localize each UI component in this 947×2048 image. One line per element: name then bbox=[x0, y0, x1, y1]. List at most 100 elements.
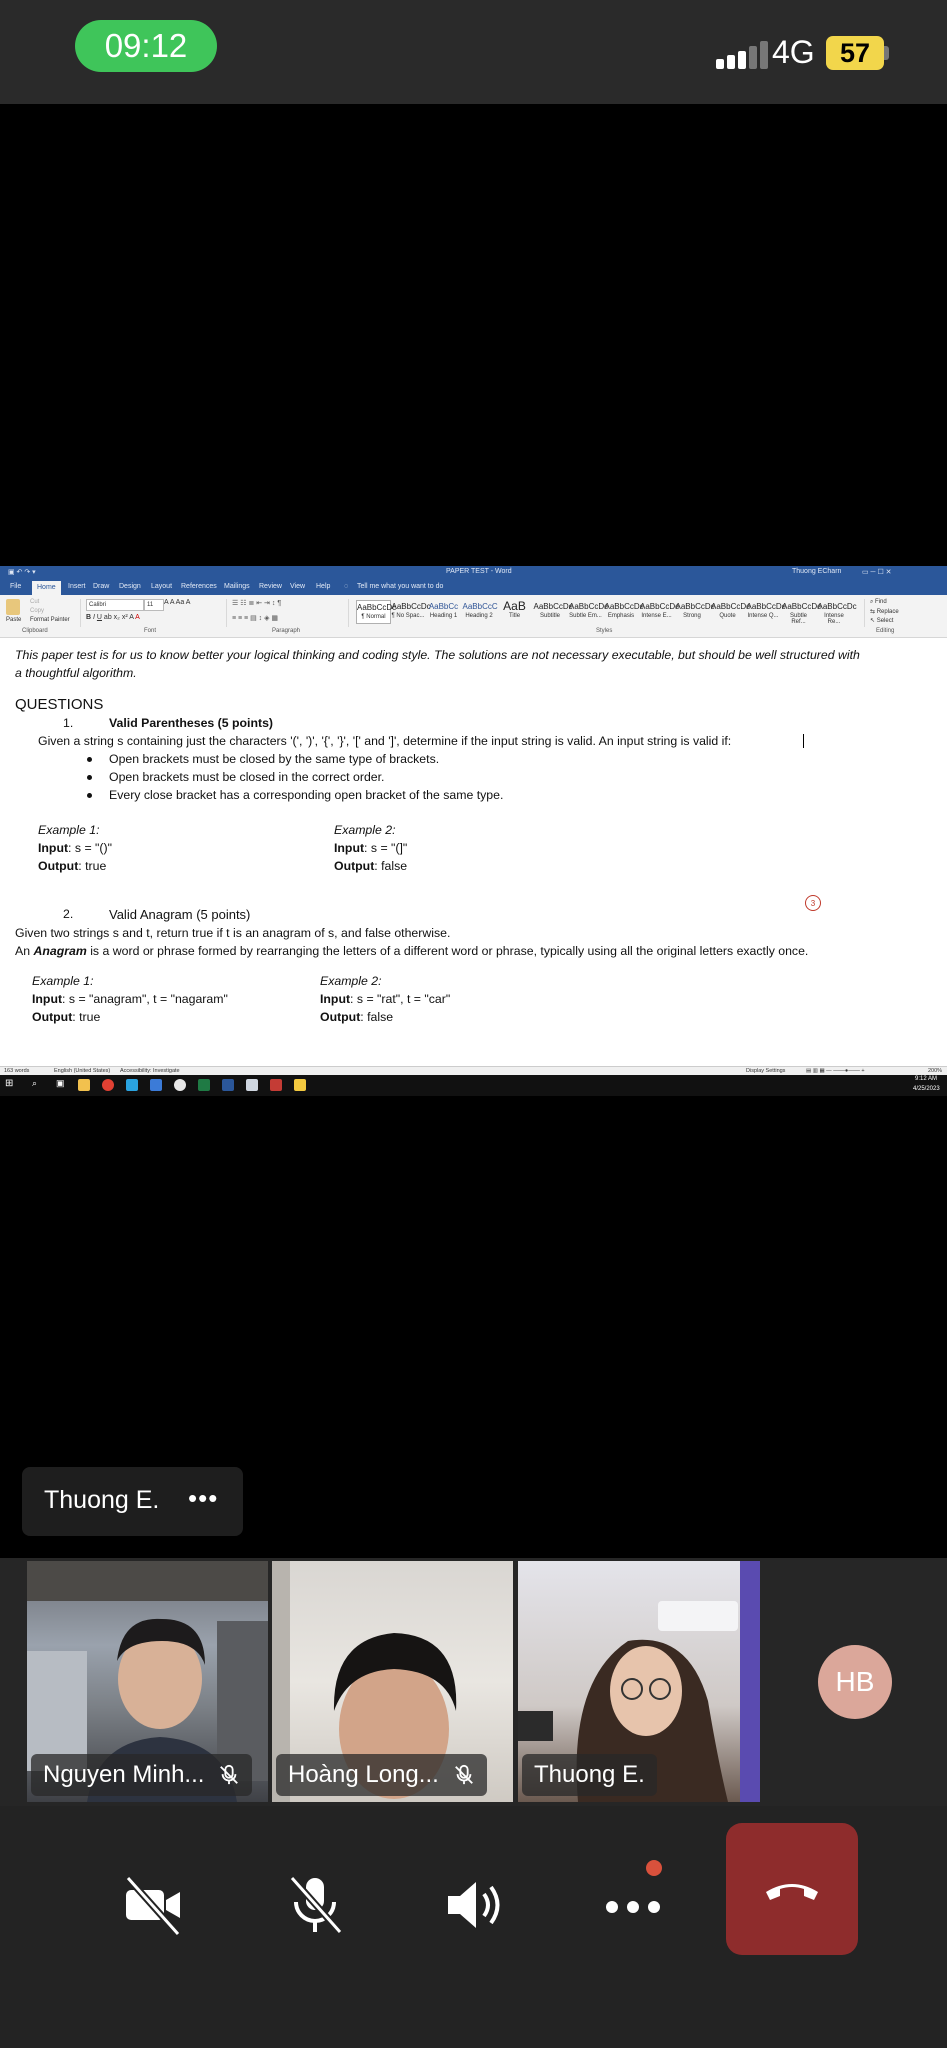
list-icons[interactable]: ☰ ☷ ≣ ⇤ ⇥ ↕ ¶ bbox=[232, 599, 281, 607]
participant-tile[interactable]: Thuong E. bbox=[518, 1561, 760, 1802]
style-preview: AaBbCcDc bbox=[391, 602, 431, 611]
teams-icon[interactable] bbox=[270, 1079, 282, 1091]
cut-button[interactable]: Cut bbox=[30, 599, 39, 605]
paste-icon[interactable] bbox=[6, 599, 20, 615]
network-type: 4G bbox=[772, 34, 815, 70]
document-page[interactable]: This paper test is for us to know better… bbox=[0, 638, 947, 1088]
more-icon[interactable] bbox=[598, 1870, 668, 1940]
style-item[interactable]: AaBbCcDc Subtle Ref... bbox=[782, 600, 821, 625]
participant-tile[interactable]: Nguyen Minh... bbox=[27, 1561, 268, 1802]
style-name: Subtle Em... bbox=[569, 613, 602, 619]
style-item[interactable]: AaBbCcDc Strong bbox=[676, 600, 715, 622]
q2-number: 2. bbox=[63, 907, 74, 921]
browser-icon[interactable] bbox=[174, 1079, 186, 1091]
font-name-select[interactable]: Calibri bbox=[86, 599, 144, 611]
video-off-icon[interactable] bbox=[118, 1870, 188, 1940]
tab-design[interactable]: Design bbox=[119, 583, 141, 590]
tab-file[interactable]: File bbox=[10, 583, 21, 590]
tab-insert[interactable]: Insert bbox=[68, 583, 86, 590]
tab-draw[interactable]: Draw bbox=[93, 583, 109, 590]
q2-example2-output: Output: false bbox=[320, 1010, 394, 1024]
tab-help[interactable]: Help bbox=[316, 583, 330, 590]
q1-number: 1. bbox=[63, 716, 74, 730]
file-explorer-icon[interactable] bbox=[78, 1079, 90, 1091]
style-item[interactable]: AaBbCcDc Intense Re... bbox=[818, 600, 857, 625]
style-preview: AaBbCcDc bbox=[746, 602, 786, 611]
font-format-icons[interactable]: B I U ab x₂ x² A A bbox=[86, 614, 140, 621]
search-icon[interactable]: ⌕ bbox=[32, 1078, 37, 1089]
participant-tile[interactable]: Hoàng Long... bbox=[272, 1561, 513, 1802]
participant-avatar[interactable]: HB bbox=[818, 1645, 892, 1719]
more-options-icon[interactable]: ••• bbox=[188, 1483, 218, 1514]
tab-view[interactable]: View bbox=[290, 583, 305, 590]
style-item[interactable]: AaBbCcDc Subtle Em... bbox=[569, 600, 609, 622]
paste-label[interactable]: Paste bbox=[6, 617, 21, 623]
app-icon[interactable] bbox=[246, 1079, 258, 1091]
style-preview: AaBbCcDc bbox=[569, 602, 609, 611]
copy-button[interactable]: Copy bbox=[30, 608, 44, 614]
q1-bullet-2: Open brackets must be closed in the corr… bbox=[109, 770, 385, 784]
quick-access-icons[interactable]: ▣ ↶ ↷ ▾ bbox=[8, 568, 36, 576]
font-size-select[interactable]: 11 bbox=[144, 599, 164, 611]
select-button[interactable]: ↖ Select bbox=[870, 617, 893, 624]
style-name: Title bbox=[508, 613, 521, 619]
style-item[interactable]: AaBbCcDc ¶ Normal bbox=[356, 600, 396, 624]
replace-button[interactable]: ⇆ Replace bbox=[870, 608, 899, 615]
tell-me-search[interactable]: Tell me what you want to do bbox=[357, 583, 443, 590]
lightbulb-icon: ◌ bbox=[344, 583, 349, 590]
style-item[interactable]: AaBbCcDc ¶ No Spac... bbox=[391, 600, 431, 622]
style-name: Quote bbox=[719, 613, 736, 619]
clock-pill[interactable]: 09:12 bbox=[75, 20, 217, 72]
end-call-button[interactable] bbox=[726, 1823, 858, 1955]
style-item[interactable]: AaBbCcDc Emphasis bbox=[605, 600, 644, 622]
excel-icon[interactable] bbox=[198, 1079, 210, 1091]
tab-home[interactable]: Home bbox=[32, 581, 61, 595]
style-name: Intense Re... bbox=[824, 613, 844, 625]
speaker-icon[interactable] bbox=[438, 1870, 508, 1940]
editing-label: Editing bbox=[876, 628, 895, 634]
find-button[interactable]: ⌕ Find bbox=[870, 599, 887, 606]
view-mode-icons[interactable]: ▤ ▥ ▦ — ───●─── + bbox=[806, 1068, 865, 1074]
shared-screen[interactable]: ▣ ↶ ↷ ▾ PAPER TEST - Word Thuong ECharn … bbox=[0, 566, 947, 1096]
windows-start-icon[interactable]: ⊞ bbox=[5, 1078, 13, 1089]
account-name[interactable]: Thuong ECharn bbox=[792, 568, 841, 575]
tab-review[interactable]: Review bbox=[259, 583, 282, 590]
accessibility-status[interactable]: Accessibility: Investigate bbox=[120, 1068, 180, 1074]
sticky-notes-icon[interactable] bbox=[294, 1079, 306, 1091]
word-count[interactable]: 163 words bbox=[4, 1068, 29, 1074]
style-item[interactable]: AaBbCcDc Quote bbox=[711, 600, 751, 622]
tab-references[interactable]: References bbox=[181, 583, 217, 590]
style-name: Strong bbox=[683, 613, 701, 619]
style-item[interactable]: AaBbCcDc Intense E... bbox=[640, 600, 679, 622]
language-status[interactable]: English (United States) bbox=[54, 1068, 110, 1074]
window-controls[interactable]: ▭ ─ ☐ ✕ bbox=[862, 568, 892, 576]
style-item[interactable]: AaBbCcDc Intense Q... bbox=[746, 600, 786, 622]
style-preview: AaBbCcDc bbox=[711, 602, 751, 611]
style-item[interactable]: AaBbCc Heading 1 bbox=[427, 600, 460, 622]
font-grow-shrink-icons[interactable]: A A Aa A bbox=[164, 599, 190, 606]
zalo-icon[interactable] bbox=[150, 1079, 162, 1091]
zoom-level[interactable]: 200% bbox=[928, 1068, 942, 1074]
style-item[interactable]: AaBbCcC Heading 2 bbox=[463, 600, 498, 622]
style-name: Subtle Ref... bbox=[789, 613, 807, 625]
mic-off-icon[interactable] bbox=[280, 1870, 350, 1940]
style-preview: AaBbCcDc bbox=[533, 602, 573, 611]
style-item[interactable]: AaB Title bbox=[498, 600, 531, 622]
word-icon[interactable] bbox=[222, 1079, 234, 1091]
format-painter-button[interactable]: Format Painter bbox=[30, 617, 70, 623]
word-title-bar: ▣ ↶ ↷ ▾ PAPER TEST - Word Thuong ECharn … bbox=[0, 566, 947, 581]
style-item[interactable]: AaBbCcDc Subtitle bbox=[533, 600, 573, 622]
display-settings[interactable]: Display Settings bbox=[746, 1068, 785, 1074]
align-icons[interactable]: ≡ ≡ ≡ ▤ ↕ ◈ ▦ bbox=[232, 614, 278, 622]
telegram-icon[interactable] bbox=[126, 1079, 138, 1091]
mic-off-icon bbox=[220, 1764, 239, 1785]
chrome-icon[interactable] bbox=[102, 1079, 114, 1091]
tab-mailings[interactable]: Mailings bbox=[224, 583, 250, 590]
battery-tip bbox=[884, 46, 889, 60]
q1-example2-label: Example 2: bbox=[334, 823, 396, 837]
tab-layout[interactable]: Layout bbox=[151, 583, 172, 590]
q1-example2-output: Output: false bbox=[334, 859, 408, 873]
comment-badge[interactable]: 3 bbox=[805, 895, 821, 911]
windows-taskbar: ⊞ ⌕ ▣ 9:12 AM 4/25/2023 bbox=[0, 1075, 947, 1096]
task-view-icon[interactable]: ▣ bbox=[56, 1078, 65, 1089]
